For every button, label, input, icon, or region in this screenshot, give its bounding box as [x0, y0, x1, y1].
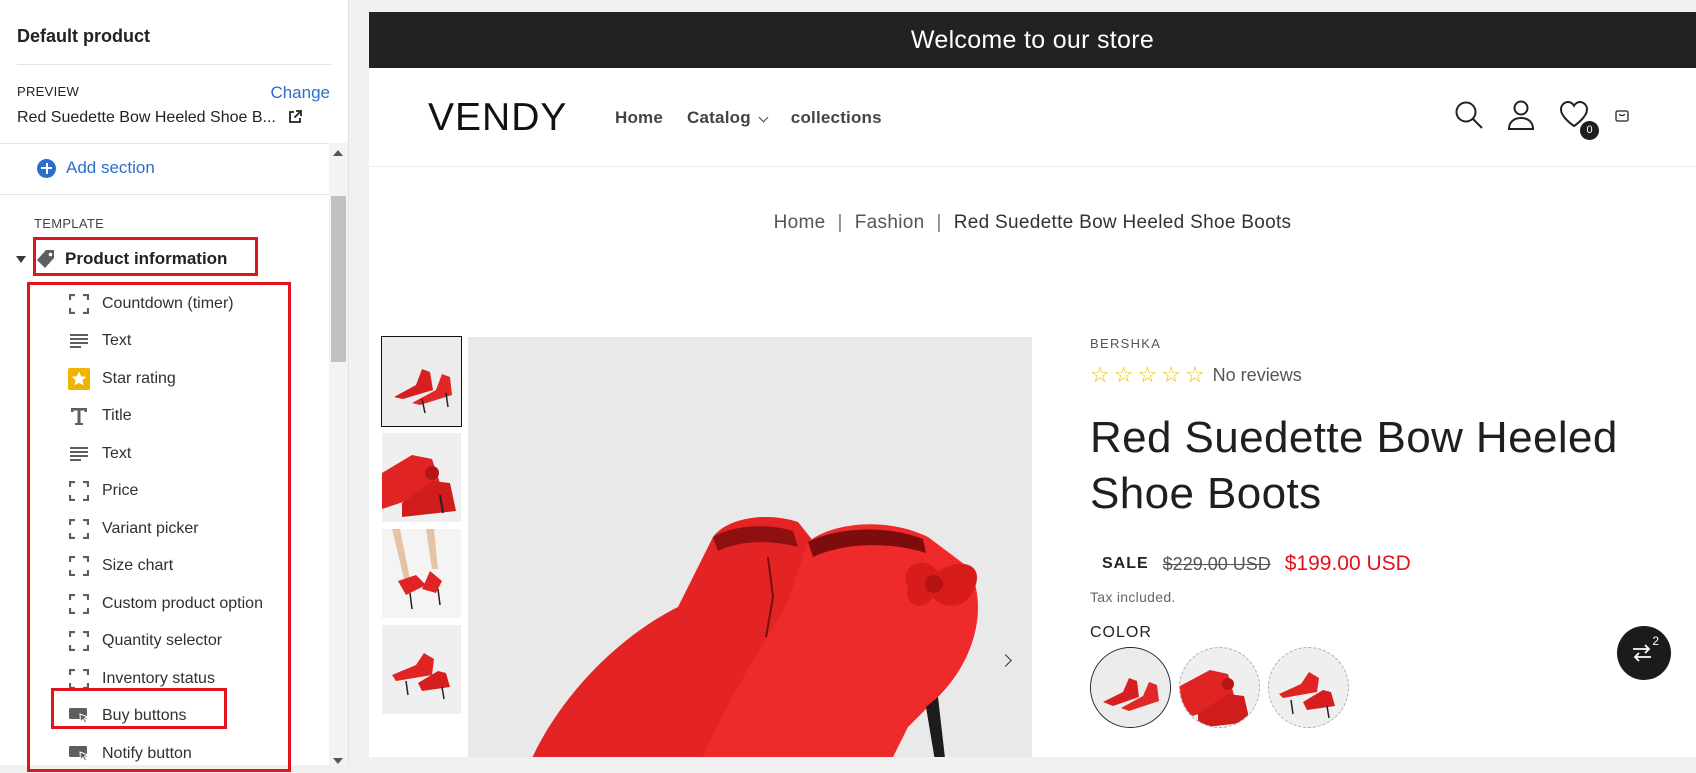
star-rating: ☆ ☆ ☆ ☆ ☆ No reviews: [1090, 364, 1302, 386]
star-empty-icon: ☆: [1137, 362, 1158, 387]
tax-note: Tax included.: [1090, 589, 1176, 605]
breadcrumb: Home | Fashion | Red Suedette Bow Heeled Sho…: [369, 212, 1696, 234]
chevron-down-icon: [758, 112, 769, 123]
preview-product-name: Red Suedette Bow Heeled Shoe B...: [17, 109, 276, 126]
product-vendor: BERSHKA: [1090, 336, 1162, 351]
store-preview: Welcome to our store VENDY Home Catalog …: [369, 12, 1696, 757]
sidebar-title: Default product: [17, 26, 150, 46]
scroll-down-arrow-icon[interactable]: [333, 758, 343, 764]
product-title: Red Suedette Bow Heeled Shoe Boots: [1090, 413, 1618, 518]
product-main-image[interactable]: [468, 337, 1032, 757]
external-link-icon[interactable]: [288, 110, 302, 124]
color-swatch[interactable]: [1268, 647, 1349, 728]
sale-badge: SALE: [1102, 555, 1149, 572]
divider: [0, 194, 329, 195]
color-swatch[interactable]: [1179, 647, 1260, 728]
product-thumbnail[interactable]: [381, 336, 462, 427]
breadcrumb-current: Red Suedette Bow Heeled Shoe Boots: [953, 212, 1292, 233]
floating-compare-button[interactable]: 2: [1617, 626, 1671, 680]
breadcrumb-category[interactable]: Fashion: [855, 212, 925, 233]
main-nav: Home Catalog collections: [615, 108, 882, 128]
divider: [0, 143, 348, 144]
add-section-label: Add section: [66, 158, 155, 177]
account-icon[interactable]: [1507, 100, 1535, 130]
announcement-bar: Welcome to our store: [369, 12, 1696, 68]
breadcrumb-separator: |: [837, 212, 843, 233]
compare-at-price: $229.00 USD: [1162, 553, 1271, 574]
nav-collections[interactable]: collections: [791, 108, 882, 128]
color-swatches: [1090, 647, 1349, 728]
highlight-box-section: [33, 237, 258, 276]
nav-catalog-label: Catalog: [687, 108, 751, 127]
wishlist-count-badge: 0: [1580, 121, 1599, 140]
collapse-caret-icon[interactable]: [16, 255, 26, 263]
star-empty-icon: ☆: [1184, 362, 1205, 387]
swap-arrows-icon: [1633, 644, 1651, 662]
color-swatch[interactable]: [1090, 647, 1171, 728]
scroll-up-arrow-icon[interactable]: [333, 150, 343, 156]
store-logo[interactable]: VENDY: [428, 96, 567, 140]
store-header: VENDY Home Catalog collections 0: [369, 68, 1696, 167]
search-icon[interactable]: [1454, 100, 1484, 130]
nav-home[interactable]: Home: [615, 108, 663, 128]
preview-label: PREVIEW: [17, 84, 80, 99]
breadcrumb-home[interactable]: Home: [774, 212, 826, 233]
price-row: SALE $229.00 USD $199.00 USD: [1102, 552, 1411, 576]
theme-editor-sidebar: Default product PREVIEW Change Red Suede…: [0, 0, 349, 772]
sale-price: $199.00 USD: [1284, 552, 1411, 575]
star-empty-icon: ☆: [1161, 362, 1181, 387]
highlight-box-buy-buttons: [51, 688, 227, 729]
divider: [17, 64, 331, 65]
product-thumbnail[interactable]: [382, 529, 461, 618]
cart-bag-icon[interactable]: [1615, 107, 1629, 122]
product-thumbnails: [381, 336, 462, 721]
star-empty-icon: ☆: [1090, 362, 1110, 387]
nav-catalog[interactable]: Catalog: [687, 108, 769, 128]
change-preview-link[interactable]: Change: [270, 83, 330, 103]
scrollbar-thumb[interactable]: [331, 196, 346, 362]
color-option-label: COLOR: [1090, 624, 1152, 641]
template-heading: TEMPLATE: [34, 216, 105, 231]
plus-circle-icon: [37, 158, 56, 178]
product-thumbnail[interactable]: [382, 625, 461, 714]
star-empty-icon: ☆: [1113, 362, 1134, 387]
product-thumbnail[interactable]: [382, 433, 461, 522]
reviews-count-text[interactable]: No reviews: [1213, 365, 1302, 386]
breadcrumb-separator: |: [936, 212, 942, 233]
add-section-button[interactable]: Add section: [37, 158, 155, 178]
floating-button-count: 2: [1652, 634, 1659, 648]
